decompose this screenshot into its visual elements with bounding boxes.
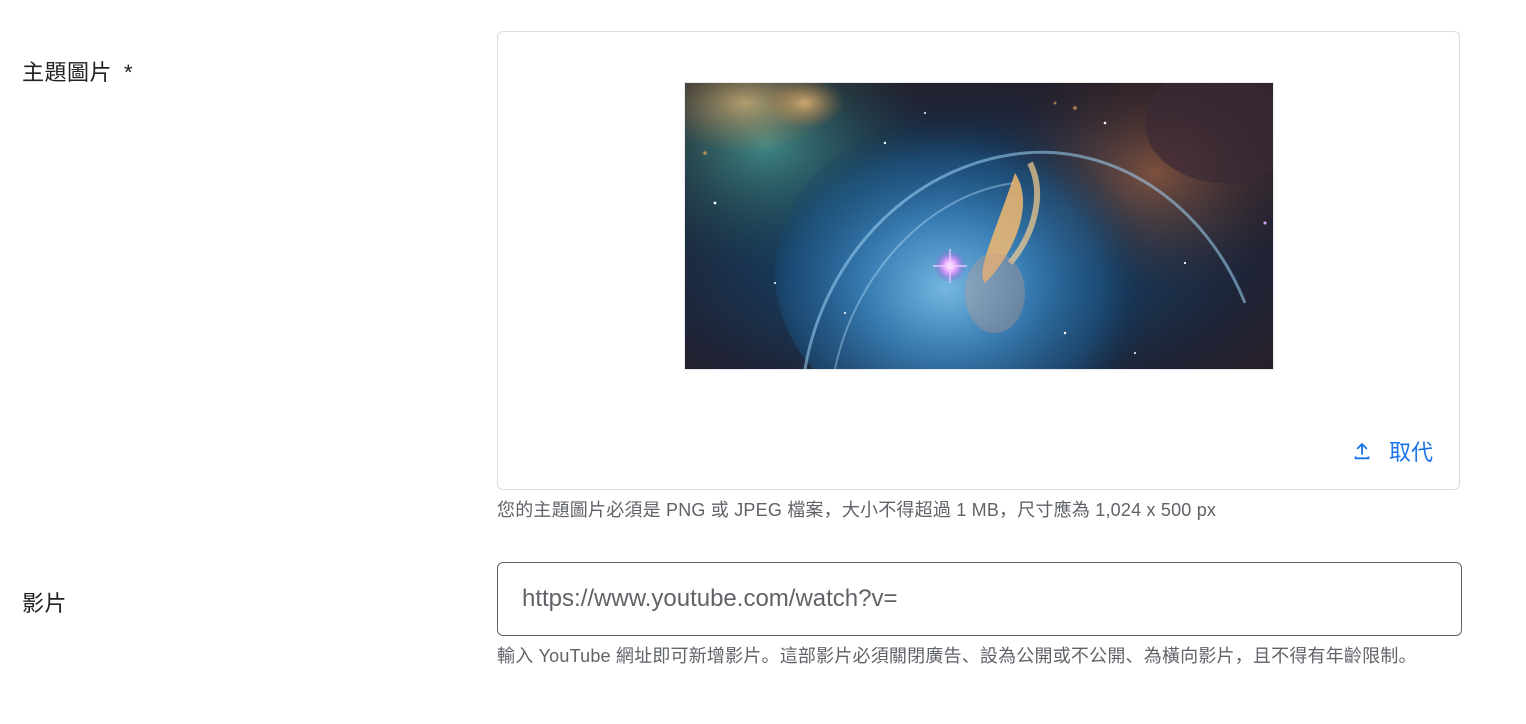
feature-image-label-text: 主題圖片 — [22, 60, 113, 85]
required-marker: * — [124, 60, 134, 85]
replace-button-label: 取代 — [1388, 440, 1433, 465]
video-label: 影片 — [22, 586, 67, 618]
replace-button[interactable]: 取代 — [1351, 435, 1433, 467]
video-helper-text: 輸入 YouTube 網址即可新增影片。這部影片必須關閉廣告、設為公開或不公開、… — [497, 646, 1417, 666]
feature-image-card: 取代 — [497, 31, 1460, 490]
nebula-image — [685, 83, 1273, 369]
feature-image-preview — [684, 82, 1274, 370]
feature-image-helper-text: 您的主題圖片必須是 PNG 或 JPEG 檔案，大小不得超過 1 MB，尺寸應為… — [497, 500, 1217, 520]
video-label-text: 影片 — [22, 591, 68, 616]
upload-icon — [1354, 442, 1370, 460]
feature-image-label: 主題圖片 * — [22, 55, 133, 87]
video-url-input[interactable] — [497, 562, 1462, 636]
